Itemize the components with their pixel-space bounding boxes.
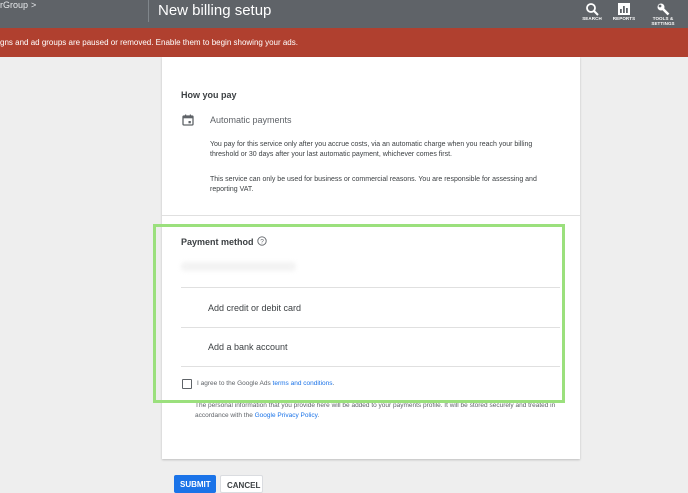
- breadcrumb-separator: >: [31, 0, 37, 10]
- privacy-policy-link[interactable]: Google Privacy Policy: [255, 412, 318, 419]
- submit-button[interactable]: SUBMIT: [174, 475, 216, 493]
- privacy-notice: The personal information that you provid…: [195, 401, 565, 421]
- row-divider: [181, 366, 560, 367]
- payment-method-title: Payment method: [181, 237, 254, 247]
- reports-button[interactable]: REPORTS: [606, 0, 642, 28]
- wrench-icon: [657, 3, 670, 16]
- alert-banner: gns and ad groups are paused or removed.…: [0, 28, 688, 57]
- blurred-account-info: [181, 262, 296, 271]
- cancel-button[interactable]: CANCEL: [220, 475, 263, 493]
- search-button[interactable]: SEARCH: [574, 0, 610, 28]
- search-icon: [586, 3, 599, 16]
- breadcrumb[interactable]: rGroup >: [0, 0, 36, 10]
- calendar-icon: [182, 114, 194, 126]
- automatic-payments-label: Automatic payments: [210, 115, 292, 125]
- header-divider: [148, 0, 149, 22]
- tools-settings-button[interactable]: TOOLS & SETTINGS: [643, 0, 683, 28]
- terms-suffix: .: [332, 380, 335, 387]
- terms-prefix: I agree to the Google Ads: [197, 380, 273, 387]
- search-label: SEARCH: [582, 16, 602, 21]
- privacy-suffix: .: [317, 412, 320, 419]
- help-icon[interactable]: ?: [257, 236, 267, 246]
- add-bank-account-option[interactable]: Add a bank account: [208, 342, 288, 352]
- row-divider: [181, 287, 560, 288]
- automatic-payments-description: You pay for this service only after you …: [210, 141, 533, 158]
- section-divider: [162, 215, 580, 216]
- business-use-notice: This service can only be used for busine…: [210, 176, 537, 193]
- alert-text: gns and ad groups are paused or removed.…: [0, 38, 298, 47]
- add-card-option[interactable]: Add credit or debit card: [208, 303, 301, 313]
- reports-label: REPORTS: [612, 16, 636, 21]
- terms-agreement: I agree to the Google Ads terms and cond…: [197, 380, 334, 387]
- terms-checkbox[interactable]: [182, 379, 192, 389]
- breadcrumb-item[interactable]: rGroup: [0, 0, 28, 10]
- terms-link[interactable]: terms and conditions: [273, 380, 333, 387]
- how-you-pay-title: How you pay: [181, 90, 237, 100]
- top-app-bar: rGroup > New billing setup SEARCH REPORTS…: [0, 0, 688, 28]
- tools-label-line2: SETTINGS: [651, 21, 675, 26]
- page-title: New billing setup: [158, 2, 272, 19]
- reports-icon: [618, 3, 630, 15]
- privacy-text: The personal information that you provid…: [195, 402, 556, 419]
- row-divider: [181, 327, 560, 328]
- svg-text:?: ?: [260, 238, 264, 245]
